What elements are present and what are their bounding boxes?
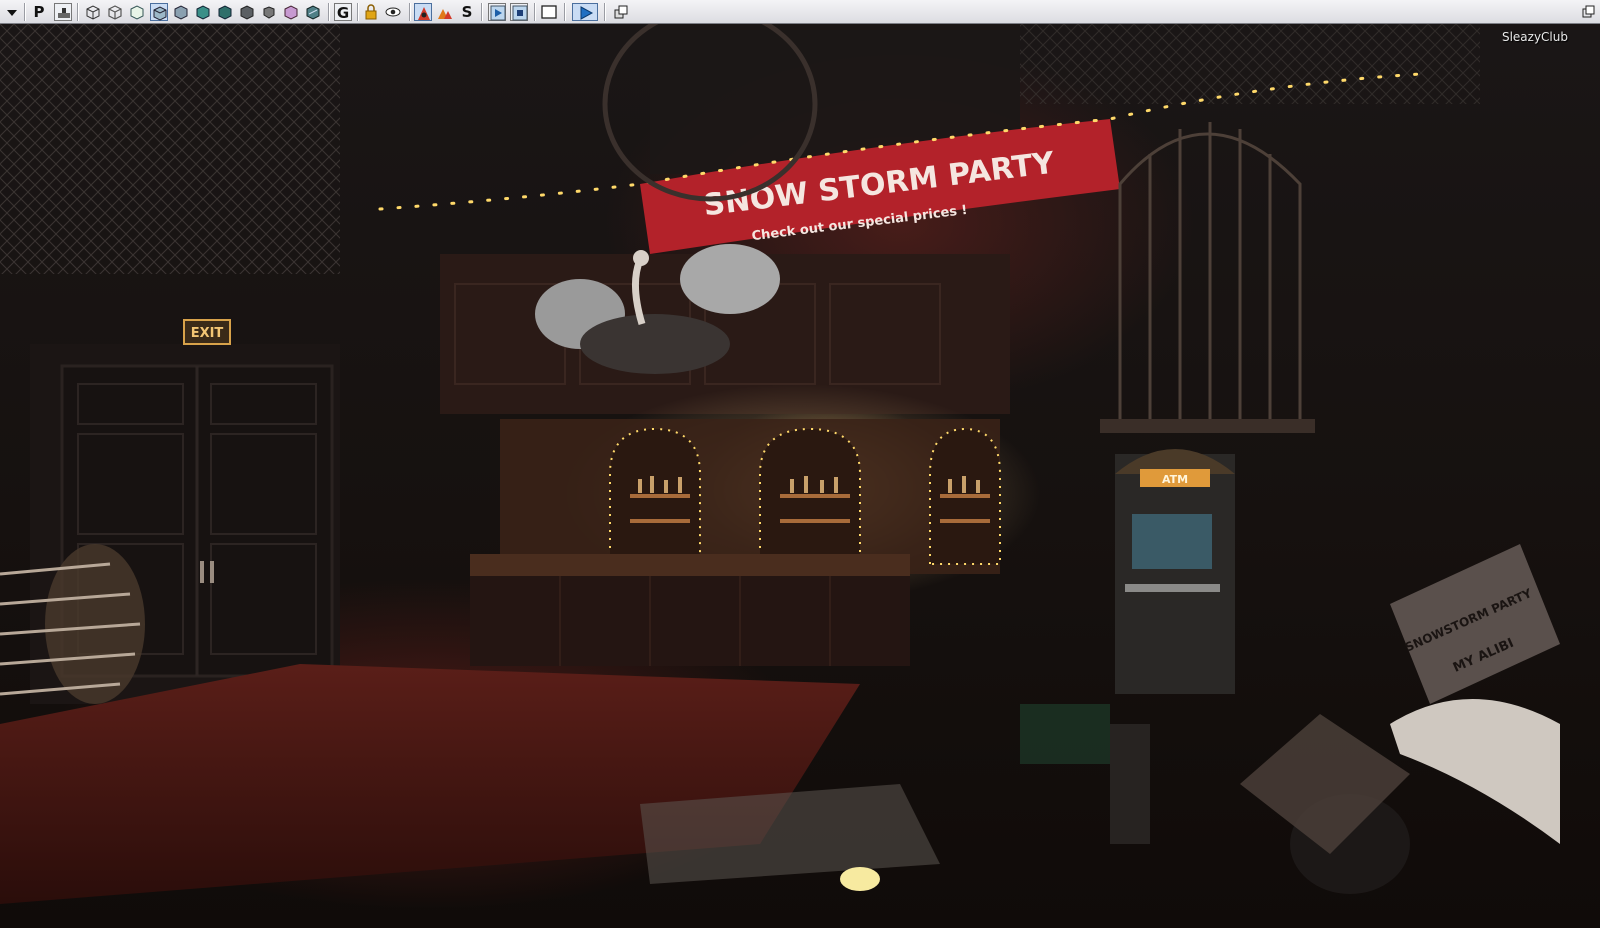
editor-viewport[interactable]: EXIT SNOW STORM PARTY Check out our spec… (0, 24, 1600, 928)
restore-viewport-button[interactable] (1582, 4, 1596, 18)
lock-icon (365, 4, 377, 20)
lit-view-button[interactable] (150, 3, 168, 21)
viewport-toolbar: P G S (0, 0, 1600, 24)
texture-density-button[interactable] (238, 3, 256, 21)
lighting-only-button[interactable] (194, 3, 212, 21)
camera-speed-icon (614, 5, 628, 19)
unlit-view-button[interactable] (128, 3, 146, 21)
game-mode-button[interactable]: G (334, 3, 352, 22)
level-name-label: SleazyClub (1501, 30, 1568, 44)
unlit-view-icon (130, 5, 144, 20)
streaming-icon (438, 9, 452, 19)
lightmap-density-button[interactable] (282, 3, 300, 21)
streaming-button[interactable]: S (458, 3, 476, 21)
game-view-icon (58, 8, 70, 18)
play-in-viewport-icon (490, 5, 506, 21)
camera-speed-button[interactable] (612, 3, 630, 21)
maximize-viewport-icon (541, 5, 557, 19)
play-in-viewport-button[interactable] (488, 3, 506, 21)
bar-shelves (500, 419, 1000, 574)
eye-icon (385, 7, 401, 17)
light-complexity-icon (218, 5, 232, 20)
restore-window-icon (1582, 5, 1595, 18)
stop-button[interactable] (510, 3, 528, 21)
atm-sign-label: ATM (1162, 473, 1188, 486)
mesh-wall-left (0, 24, 340, 274)
bar-counter (470, 554, 910, 576)
texture-density-icon (240, 5, 254, 20)
cage-roll (0, 544, 145, 704)
eye-button[interactable] (384, 3, 402, 21)
stop-icon (512, 5, 528, 21)
triangle-down-icon (7, 10, 17, 16)
game-view-button[interactable] (54, 3, 72, 21)
light-complexity-button[interactable] (216, 3, 234, 21)
realtime-icon (418, 7, 430, 20)
reflections-button[interactable] (304, 3, 322, 21)
lighting-only-icon (196, 5, 210, 20)
wireframe-view-icon (86, 5, 100, 20)
lightmap-density-icon (284, 5, 298, 20)
play-icon (580, 6, 594, 20)
detail-lighting-button[interactable] (172, 3, 190, 21)
lit-view-icon (153, 6, 167, 21)
play-button[interactable] (572, 3, 598, 21)
bird-cage (1118, 122, 1302, 424)
floor-light (840, 867, 880, 891)
exit-sign-label: EXIT (191, 326, 224, 341)
brush-wireframe-icon (108, 5, 122, 20)
brush-wireframe-button[interactable] (106, 3, 124, 21)
streaming-volumes-button[interactable] (436, 3, 454, 21)
lock-button[interactable] (362, 3, 380, 21)
bottle (1110, 724, 1150, 844)
perspective-button[interactable]: P (30, 3, 48, 21)
viewport-options-dropdown[interactable] (3, 3, 21, 21)
maximize-viewport-button[interactable] (540, 3, 558, 21)
shader-complexity-icon (263, 6, 275, 19)
wireframe-view-button[interactable] (84, 3, 102, 21)
detail-lighting-icon (174, 5, 188, 20)
scene-render: EXIT SNOW STORM PARTY Check out our spec… (0, 24, 1560, 904)
atm-machine: ATM (1115, 449, 1235, 694)
realtime-button[interactable] (414, 3, 432, 21)
feather-boa (1390, 699, 1560, 844)
shader-complexity-button[interactable] (260, 3, 278, 21)
reflections-icon (306, 5, 320, 20)
